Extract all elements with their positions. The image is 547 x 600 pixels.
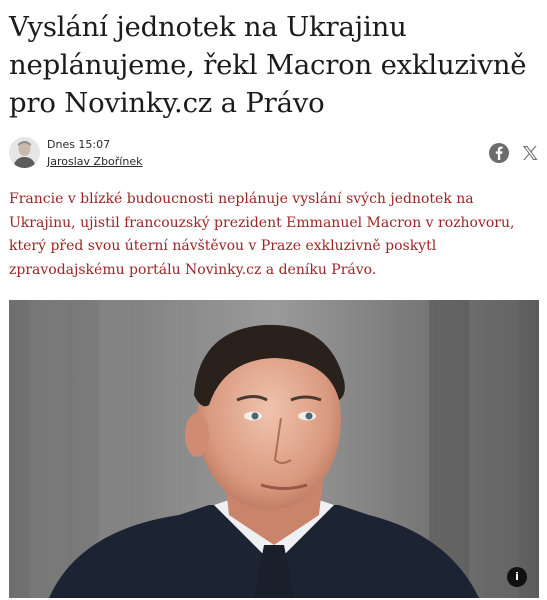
author-link[interactable]: Jaroslav Zbořínek xyxy=(47,155,142,168)
byline: Dnes 15:07 Jaroslav Zbořínek xyxy=(9,137,539,171)
x-icon[interactable] xyxy=(519,142,541,164)
facebook-icon[interactable] xyxy=(488,142,510,164)
article-photo[interactable]: i xyxy=(9,300,539,598)
photo-info-button[interactable]: i xyxy=(507,567,527,587)
article-headline: Vyslání jednotek na Ukrajinu neplánujeme… xyxy=(9,11,527,119)
article-lead: Francie v blízké budoucnosti neplánuje v… xyxy=(9,191,515,278)
publish-date: Dnes 15:07 xyxy=(47,138,111,151)
article: Vyslání jednotek na Ukrajinu neplánujeme… xyxy=(0,0,547,600)
author-avatar[interactable] xyxy=(9,137,40,168)
